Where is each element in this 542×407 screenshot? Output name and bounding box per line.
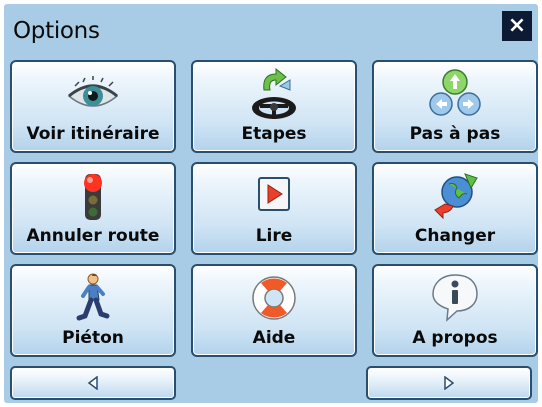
aide-button[interactable]: Aide (191, 264, 357, 357)
pedestrian-icon (76, 273, 110, 321)
eye-icon (67, 76, 119, 107)
info-icon (432, 274, 478, 322)
lifebuoy-icon (252, 276, 296, 320)
previous-page-button[interactable] (10, 366, 176, 400)
button-label: Pas à pas (409, 124, 501, 144)
triangle-left-icon (87, 376, 98, 390)
play-icon (258, 177, 290, 211)
button-label: Lire (255, 226, 293, 246)
a-propos-button[interactable]: A propos (372, 264, 538, 357)
globe-arrows-icon (434, 173, 478, 220)
steering-wheel-icon (252, 68, 296, 119)
pieton-button[interactable]: Piéton (10, 264, 176, 357)
dialog-title: Options (13, 18, 100, 44)
step-arrows-icon (429, 69, 481, 116)
changer-button[interactable]: Changer (372, 162, 538, 255)
close-button[interactable]: × (502, 11, 532, 41)
button-label: Voir itinéraire (26, 124, 160, 144)
next-page-button[interactable] (366, 366, 532, 400)
traffic-light-icon (84, 174, 102, 220)
options-dialog: Options × Voir itinéraire Etapes Pas à p… (4, 4, 538, 403)
voir-itineraire-button[interactable]: Voir itinéraire (10, 60, 176, 153)
button-label: Aide (252, 328, 296, 348)
button-label: Piéton (62, 328, 124, 348)
lire-button[interactable]: Lire (191, 162, 357, 255)
triangle-right-icon (444, 376, 455, 390)
pas-a-pas-button[interactable]: Pas à pas (372, 60, 538, 153)
button-label: A propos (412, 328, 498, 348)
button-label: Changer (414, 226, 496, 246)
etapes-button[interactable]: Etapes (191, 60, 357, 153)
button-label: Annuler route (26, 226, 160, 246)
button-label: Etapes (241, 124, 307, 144)
annuler-route-button[interactable]: Annuler route (10, 162, 176, 255)
